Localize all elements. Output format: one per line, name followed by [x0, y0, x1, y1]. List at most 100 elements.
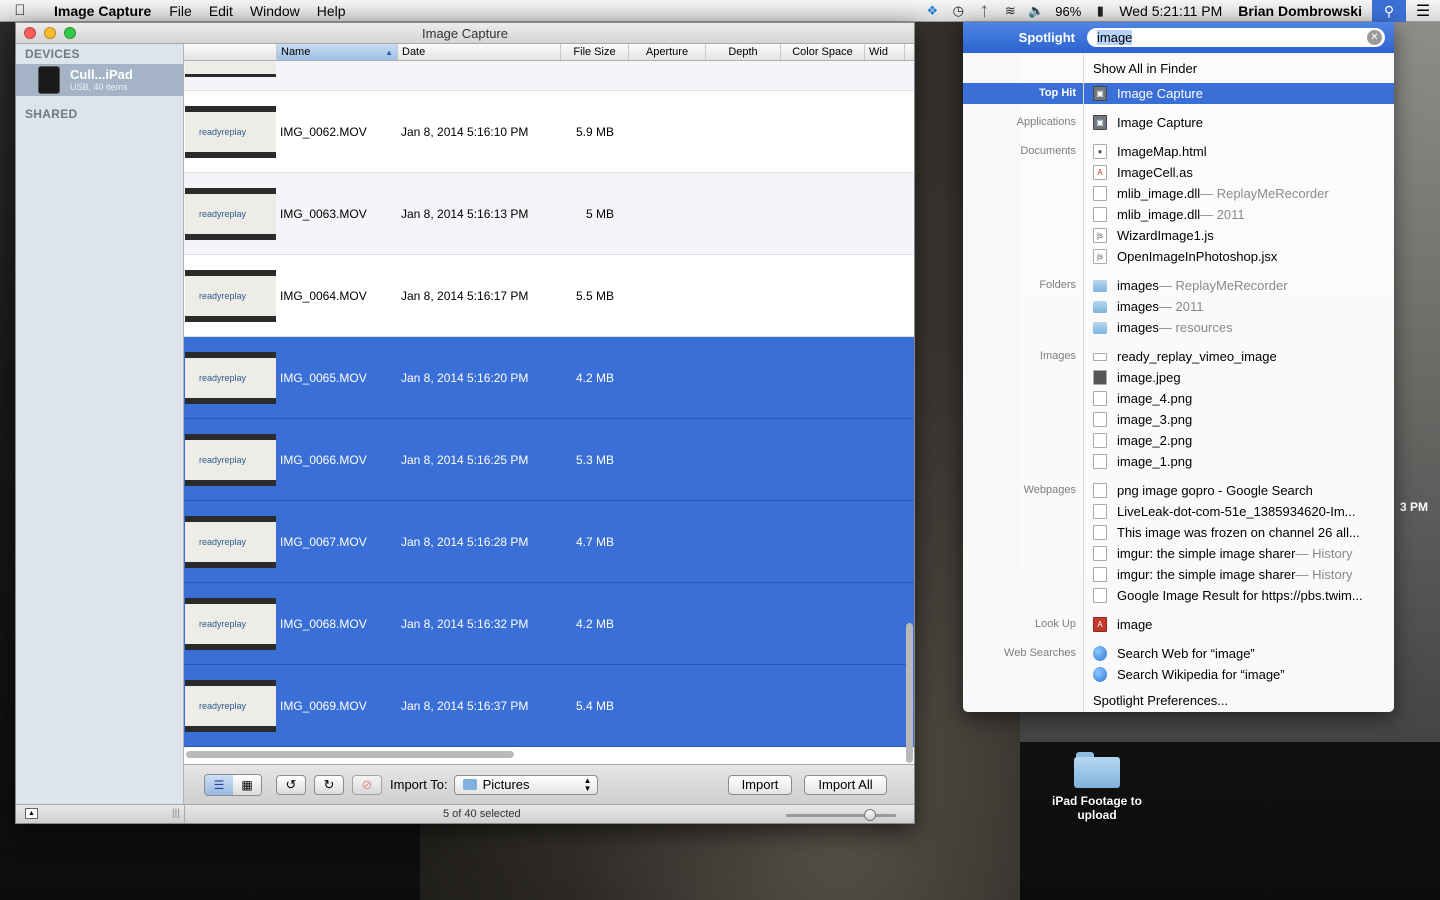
- result-document[interactable]: js WizardImage1.js: [1093, 225, 1389, 246]
- result-webpage[interactable]: Google Image Result for https://pbs.twim…: [1093, 585, 1389, 606]
- horizontal-scrollbar[interactable]: [186, 751, 514, 758]
- dropbox-icon[interactable]: ❖: [919, 0, 945, 22]
- show-all-in-finder[interactable]: Show All in Finder: [1093, 58, 1389, 79]
- folder-icon: [462, 779, 477, 790]
- sidebar-resize-handle[interactable]: |||: [172, 808, 180, 819]
- import-destination-select[interactable]: Pictures ▲ ▼: [453, 774, 598, 795]
- spotlight-search-input[interactable]: image ✕: [1087, 28, 1385, 47]
- result-image[interactable]: image_2.png: [1093, 430, 1389, 451]
- icon-view-icon[interactable]: ▦: [233, 774, 261, 795]
- file-name: IMG_0068.MOV: [280, 616, 367, 631]
- result-document[interactable]: A ImageCell.as: [1093, 162, 1389, 183]
- table-row[interactable]: [184, 61, 914, 91]
- result-top-hit[interactable]: ▣ Image Capture: [1093, 83, 1389, 104]
- import-all-button[interactable]: Import All: [804, 774, 887, 795]
- result-wikipedia-search[interactable]: Search Wikipedia for “image”: [1093, 664, 1389, 685]
- result-webpage[interactable]: imgur: the simple image sharer — History: [1093, 564, 1389, 585]
- file-date: Jan 8, 2014 5:16:37 PM: [401, 698, 529, 713]
- result-image[interactable]: image.jpeg: [1093, 367, 1389, 388]
- window-titlebar[interactable]: Image Capture: [16, 23, 914, 44]
- table-row-selected[interactable]: readyreplay IMG_0066.MOV Jan 8, 2014 5:1…: [184, 419, 914, 501]
- table-row-selected[interactable]: readyreplay IMG_0065.MOV Jan 8, 2014 5:1…: [184, 337, 914, 419]
- thumbnail-size-slider[interactable]: [786, 809, 896, 821]
- webpage-icon: [1093, 567, 1107, 582]
- result-application[interactable]: ▣ Image Capture: [1093, 112, 1389, 133]
- delete-icon[interactable]: ⊘: [352, 774, 382, 795]
- result-folder[interactable]: images — 2011: [1093, 296, 1389, 317]
- battery-percent: 96%: [1055, 3, 1082, 19]
- image-file-icon: [1093, 352, 1107, 361]
- png-file-icon: [1093, 391, 1107, 406]
- table-row-selected[interactable]: readyreplay IMG_0069.MOV Jan 8, 2014 5:1…: [184, 665, 914, 747]
- volume-icon[interactable]: 🔈: [1023, 0, 1049, 22]
- file-size: 4.2 MB: [575, 370, 614, 385]
- bluetooth-icon[interactable]: ᛏ: [971, 0, 997, 22]
- apple-menu-icon[interactable]: : [0, 2, 40, 19]
- clear-search-icon[interactable]: ✕: [1367, 30, 1382, 45]
- table-row[interactable]: readyreplay IMG_0062.MOV Jan 8, 2014 5:1…: [184, 91, 914, 173]
- spotlight-search-icon[interactable]: ⚲: [1372, 0, 1406, 22]
- result-webpage[interactable]: LiveLeak-dot-com-51e_1385934620-Im...: [1093, 501, 1389, 522]
- app-menu[interactable]: Image Capture: [54, 3, 151, 19]
- column-name[interactable]: Name ▲: [277, 44, 398, 60]
- table-row-selected[interactable]: readyreplay IMG_0068.MOV Jan 8, 2014 5:1…: [184, 583, 914, 665]
- menu-file[interactable]: File: [169, 3, 192, 19]
- folder-icon: [1074, 752, 1120, 788]
- result-dictionary[interactable]: Aimage: [1093, 614, 1389, 635]
- vertical-scrollbar[interactable]: [906, 623, 913, 763]
- notification-center-icon[interactable]: ☰: [1406, 0, 1440, 22]
- result-image[interactable]: image_1.png: [1093, 451, 1389, 472]
- result-webpage[interactable]: This image was frozen on channel 26 all.…: [1093, 522, 1389, 543]
- result-web-search[interactable]: Search Web for “image”: [1093, 643, 1389, 664]
- result-document[interactable]: mlib_image.dll — ReplayMeRecorder: [1093, 183, 1389, 204]
- result-document[interactable]: ● ImageMap.html: [1093, 141, 1389, 162]
- column-width[interactable]: Wid: [865, 44, 905, 60]
- rotate-right-icon[interactable]: ↻: [314, 774, 344, 795]
- column-color-space[interactable]: Color Space: [781, 44, 865, 60]
- spotlight-preferences[interactable]: Spotlight Preferences...: [1093, 690, 1389, 711]
- column-aperture[interactable]: Aperture: [629, 44, 706, 60]
- menu-edit[interactable]: Edit: [209, 3, 233, 19]
- jsx-file-icon: js: [1093, 249, 1107, 264]
- sidebar-item-ipad[interactable]: Cull...iPad USB, 40 items: [16, 64, 183, 96]
- import-button[interactable]: Import: [727, 774, 793, 795]
- app-icon: ▣: [1093, 115, 1107, 130]
- table-row[interactable]: readyreplay IMG_0063.MOV Jan 8, 2014 5:1…: [184, 173, 914, 255]
- list-view-icon[interactable]: ☰: [205, 774, 233, 795]
- column-file-size[interactable]: File Size: [561, 44, 629, 60]
- table-row[interactable]: readyreplay IMG_0064.MOV Jan 8, 2014 5:1…: [184, 255, 914, 337]
- column-date[interactable]: Date: [398, 44, 561, 60]
- result-webpage[interactable]: png image gopro - Google Search: [1093, 480, 1389, 501]
- time-machine-icon[interactable]: ◷: [945, 0, 971, 22]
- result-image[interactable]: ready_replay_vimeo_image: [1093, 346, 1389, 367]
- menu-clock[interactable]: Wed 5:21:11 PM: [1119, 3, 1222, 19]
- minimize-window-button[interactable]: [44, 27, 56, 39]
- slider-knob[interactable]: [864, 809, 876, 821]
- result-folder[interactable]: images — resources: [1093, 317, 1389, 338]
- result-document[interactable]: js OpenImageInPhotoshop.jsx: [1093, 246, 1389, 267]
- result-image[interactable]: image_4.png: [1093, 388, 1389, 409]
- file-size: 4.2 MB: [575, 616, 614, 631]
- category-webpages: Webpages: [1023, 484, 1076, 496]
- zoom-window-button[interactable]: [64, 27, 76, 39]
- menu-help[interactable]: Help: [317, 3, 346, 19]
- menu-window[interactable]: Window: [250, 3, 300, 19]
- result-document[interactable]: mlib_image.dll — 2011: [1093, 204, 1389, 225]
- column-depth[interactable]: Depth: [706, 44, 781, 60]
- toggle-sidebar-icon[interactable]: ▲: [25, 808, 38, 819]
- file-name: IMG_0069.MOV: [280, 698, 367, 713]
- column-thumbnail[interactable]: [184, 44, 277, 60]
- desktop-folder-ipad-footage[interactable]: iPad Footage to upload: [1040, 752, 1154, 822]
- close-window-button[interactable]: [24, 27, 36, 39]
- result-folder[interactable]: images — ReplayMeRecorder: [1093, 275, 1389, 296]
- table-row-selected[interactable]: readyreplay IMG_0067.MOV Jan 8, 2014 5:1…: [184, 501, 914, 583]
- app-icon: ▣: [1093, 86, 1107, 101]
- category-documents: Documents: [1020, 145, 1076, 157]
- user-menu[interactable]: Brian Dombrowski: [1238, 3, 1362, 19]
- wifi-icon[interactable]: ≋: [997, 0, 1023, 22]
- result-webpage[interactable]: imgur: the simple image sharer — History: [1093, 543, 1389, 564]
- rotate-left-icon[interactable]: ↺: [276, 774, 306, 795]
- battery-icon[interactable]: ▮: [1087, 0, 1113, 22]
- result-image[interactable]: image_3.png: [1093, 409, 1389, 430]
- webpage-icon: [1093, 504, 1107, 519]
